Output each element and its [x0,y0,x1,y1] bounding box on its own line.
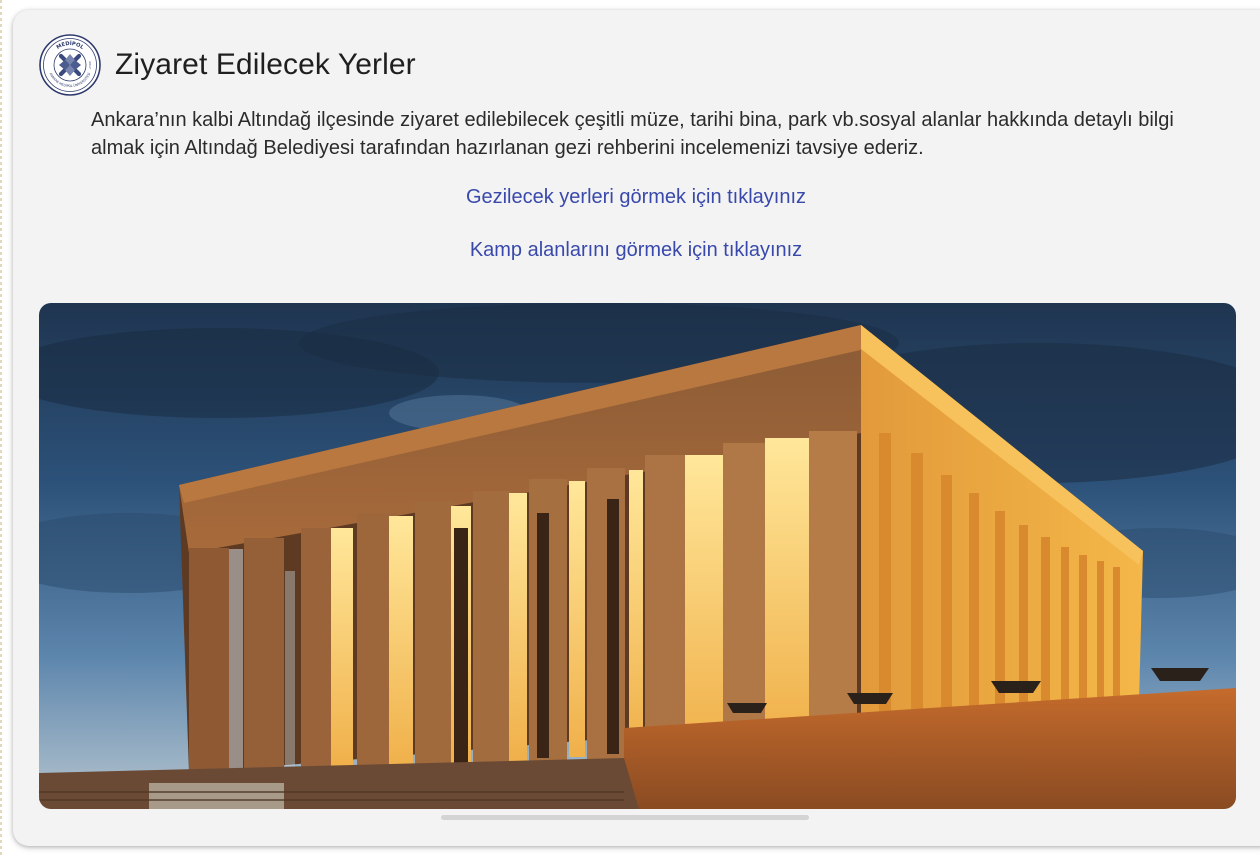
card-title: Ziyaret Edilecek Yerler [115,48,416,81]
horizontal-scrollbar[interactable] [441,815,809,820]
places-to-visit-card: MEDİPOL ANKARA MEDİPOL ÜNİVERSİTESİ 2017… [13,10,1260,846]
places-to-visit-link[interactable]: Gezilecek yerleri görmek için tıklayınız [13,186,1259,209]
page-edge-decoration [0,0,2,856]
card-description: Ankara’nın kalbi Altındağ ilçesinde ziya… [91,109,1174,159]
camping-areas-link[interactable]: Kamp alanlarını görmek için tıklayınız [13,239,1259,262]
anitkabir-mausoleum-photo [39,303,1236,809]
university-seal-icon: MEDİPOL ANKARA MEDİPOL ÜNİVERSİTESİ 2017 [39,34,101,96]
card-header: MEDİPOL ANKARA MEDİPOL ÜNİVERSİTESİ 2017… [39,34,416,96]
logo-year: 2017 [88,61,92,69]
